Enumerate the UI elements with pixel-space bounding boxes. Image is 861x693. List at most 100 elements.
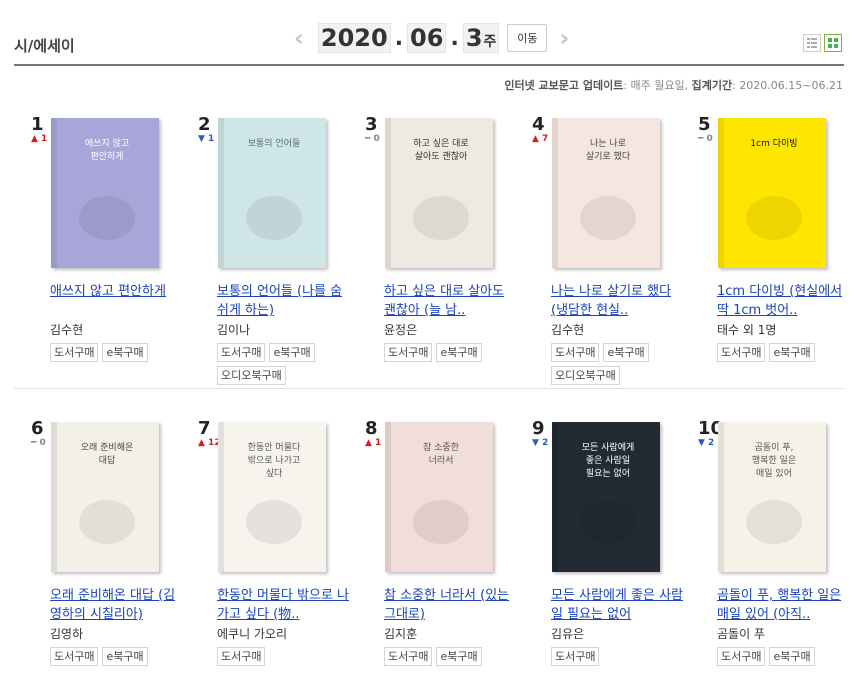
rank-change: ▼ 1 (198, 134, 215, 144)
book-title-link[interactable]: 모든 사람에게 좋은 사람일 필요는 없어 (551, 586, 685, 624)
cover-title-text: 살아도 괜찮아 (415, 151, 468, 162)
header-divider (14, 64, 844, 66)
book-author: 태수 외 1명 (717, 323, 777, 337)
cover-illustration (746, 500, 802, 544)
cover-spine (718, 422, 724, 572)
cover-title-text: 모든 사람에게 (582, 441, 635, 453)
buy-ebook-button[interactable]: e북구매 (769, 343, 815, 362)
rank-change: ▲ 1 (365, 438, 382, 448)
year-select[interactable]: 2020 (317, 23, 391, 53)
book-cover[interactable]: 1cm 다이빙 (718, 118, 826, 268)
book-cover[interactable]: 참 소중한 너라서 (385, 422, 493, 572)
buy-ebook-button[interactable]: e북구매 (269, 343, 315, 362)
cover-illustration (79, 500, 135, 544)
go-button[interactable]: 이동 (507, 24, 548, 52)
purchase-buttons: 도서구매 (551, 647, 685, 666)
book-cover[interactable]: 곰돌이 푸, 행복한 일은 매일 있어 (718, 422, 826, 572)
buy-audiobook-button[interactable]: 오디오북구매 (217, 366, 286, 385)
cover-illustration (246, 196, 302, 240)
cover-art: 보통의 언어들 (218, 118, 302, 268)
purchase-buttons: 도서구매 e북구매오디오북구매 (217, 343, 351, 385)
buy-book-button[interactable]: 도서구매 (50, 647, 99, 666)
book-title-link[interactable]: 나는 나로 살기로 했다 (냉담한 현실.. (551, 282, 685, 320)
buy-audiobook-button[interactable]: 오디오북구매 (551, 366, 620, 385)
buy-book-button[interactable]: 도서구매 (717, 647, 766, 666)
book-title-link[interactable]: 애쓰지 않고 편안하게 (50, 282, 184, 301)
book-cover[interactable]: 모든 사람에게 좋은 사람일 필요는 없어 (552, 422, 660, 572)
book-title-link[interactable]: 참 소중한 너라서 (있는 그대로) (384, 586, 518, 624)
buy-ebook-button[interactable]: e북구매 (603, 343, 649, 362)
purchase-buttons: 도서구매 e북구매 (50, 647, 184, 666)
book-cover[interactable]: 오래 준비해온 대답 (51, 422, 159, 572)
buy-ebook-button[interactable]: e북구매 (102, 343, 148, 362)
next-week-arrow-icon[interactable]: › (559, 24, 569, 52)
book-author: 김수현 (551, 323, 585, 337)
book-title-link[interactable]: 오래 준비해온 대답 (김영하의 시칠리아) (50, 586, 184, 624)
purchase-buttons: 도서구매 e북구매 (717, 647, 851, 666)
rank-change: ━ 0 (698, 134, 713, 144)
cover-spine (51, 422, 57, 572)
book-cover[interactable]: 보통의 언어들 (218, 118, 326, 268)
buy-ebook-button[interactable]: e북구매 (769, 647, 815, 666)
rank-change: ▲ 1 (31, 134, 48, 144)
cover-illustration (413, 500, 469, 544)
cover-art: 1cm 다이빙 (718, 118, 802, 268)
month-select[interactable]: 06 (407, 23, 447, 53)
cover-art: 모든 사람에게좋은 사람일필요는 없어 (552, 422, 636, 572)
buy-ebook-button[interactable]: e북구매 (102, 647, 148, 666)
rank-number: 6 (31, 418, 44, 439)
rank-change: ━ 0 (31, 438, 46, 448)
week-select[interactable]: 3주 (462, 23, 500, 53)
cover-title-text: 오래 준비해온 (81, 442, 134, 453)
cover-title-text: 1cm 다이빙 (750, 138, 797, 149)
book-title-link[interactable]: 한동안 머물다 밖으로 나가고 싶다 (物.. (217, 586, 351, 624)
buy-book-button[interactable]: 도서구매 (50, 343, 99, 362)
book-author: 김수현 (50, 323, 84, 337)
book-cover[interactable]: 하고 싶은 대로살아도 괜찮아 (385, 118, 493, 268)
book-author: 윤정은 (384, 323, 418, 337)
book-author: 김지훈 (384, 627, 418, 641)
book-title-link[interactable]: 1cm 다이빙 (현실에서 딱 1cm 벗어.. (717, 282, 851, 320)
buy-book-button[interactable]: 도서구매 (551, 343, 600, 362)
list-view-icon[interactable] (803, 34, 821, 52)
category-title: 시/에세이 (14, 37, 75, 55)
book-cover[interactable]: 나는 나로 살기로 했다 (552, 118, 660, 268)
cover-title-text: 좋은 사람일 (586, 454, 630, 466)
buy-book-button[interactable]: 도서구매 (384, 647, 433, 666)
cover-spine (718, 118, 724, 268)
book-title-link[interactable]: 하고 싶은 대로 살아도 괜찮아 (늘 남.. (384, 282, 518, 320)
cover-title-text: 행복한 일은 (752, 454, 796, 466)
book-cover[interactable]: 한동안 머물다 밖으로 나가고 싶다 (218, 422, 326, 572)
week-navigator: ‹ 2020 . 06 . 3주 이동 › (294, 22, 569, 54)
cover-illustration (79, 196, 135, 240)
book-title-link[interactable]: 곰돌이 푸, 행복한 일은 매일 있어 (아직.. (717, 586, 851, 624)
book-author: 김이나 (217, 323, 251, 337)
buy-book-button[interactable]: 도서구매 (384, 343, 433, 362)
date-separator: . (394, 25, 404, 51)
cover-title-text: 매일 있어 (756, 467, 792, 479)
buy-ebook-button[interactable]: e북구매 (436, 343, 482, 362)
buy-ebook-button[interactable]: e북구매 (436, 647, 482, 666)
cover-art: 곰돌이 푸,행복한 일은매일 있어 (718, 422, 802, 572)
buy-book-button[interactable]: 도서구매 (551, 647, 600, 666)
grid-view-icon[interactable] (824, 34, 842, 52)
cover-illustration (246, 500, 302, 544)
cover-spine (51, 118, 57, 268)
cover-art: 오래 준비해온대답 (51, 422, 135, 572)
buy-book-button[interactable]: 도서구매 (217, 343, 266, 362)
book-cover[interactable]: 애쓰지 않고 편안하게 (51, 118, 159, 268)
view-toggle (803, 34, 842, 52)
rank-number: 2 (198, 114, 211, 135)
cover-spine (218, 118, 224, 268)
prev-week-arrow-icon[interactable]: ‹ (294, 24, 304, 52)
book-title-link[interactable]: 보통의 언어들 (나를 숨 쉬게 하는) (217, 282, 351, 320)
buy-book-button[interactable]: 도서구매 (717, 343, 766, 362)
cover-spine (218, 422, 224, 572)
cover-spine (385, 118, 391, 268)
purchase-buttons: 도서구매 e북구매 (717, 343, 851, 362)
cover-title-text: 살기로 했다 (586, 150, 631, 162)
cover-title-text: 하고 싶은 대로 (413, 138, 468, 149)
rank-change: ▲ 7 (532, 134, 549, 144)
rank-number: 4 (532, 114, 545, 135)
buy-book-button[interactable]: 도서구매 (217, 647, 266, 666)
